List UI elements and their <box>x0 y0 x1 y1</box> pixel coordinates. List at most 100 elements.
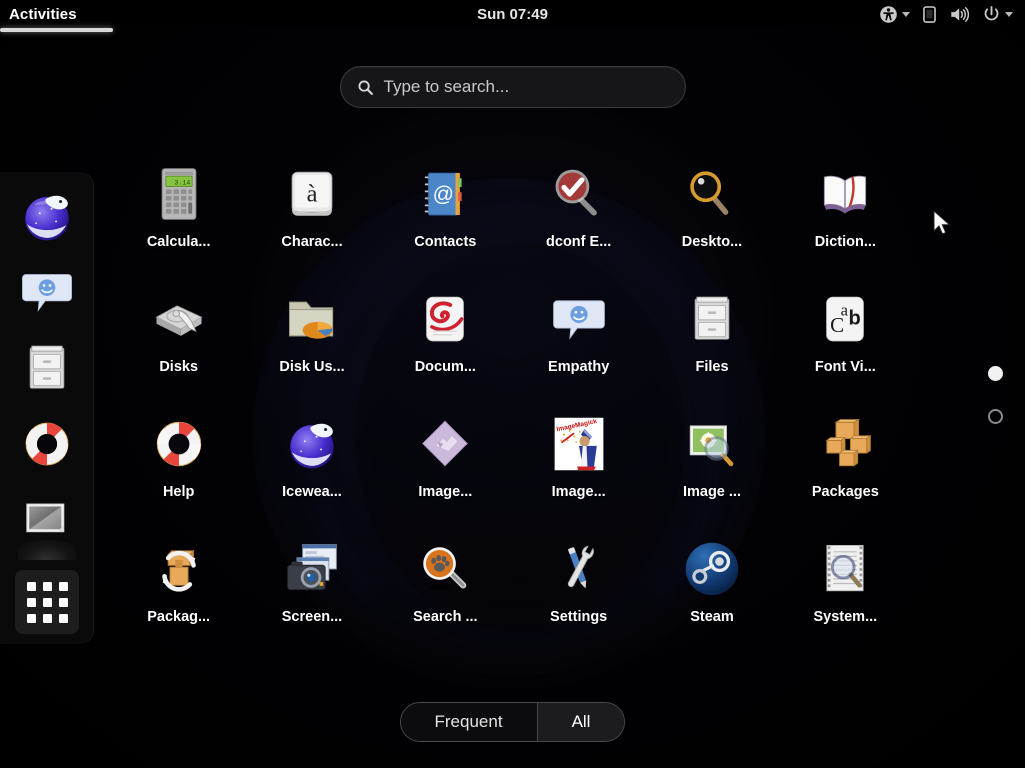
app-label: Contacts <box>414 234 477 250</box>
volume-icon <box>951 6 970 22</box>
app-item[interactable]: dconf E... <box>512 155 645 280</box>
character-map-icon: à <box>279 161 345 227</box>
application-grid: 3.14 Calcula... à Charac... @ Contacts d… <box>112 155 912 655</box>
dash-item-help[interactable] <box>15 412 79 476</box>
app-item[interactable]: Packag... <box>112 530 245 655</box>
svg-text:C: C <box>830 313 844 337</box>
display-indicator[interactable] <box>917 3 942 26</box>
contacts-icon: @ <box>412 161 478 227</box>
svg-text:b: b <box>849 307 861 329</box>
display-icon <box>923 5 936 23</box>
dash-item-iceweasel[interactable] <box>15 184 79 248</box>
app-label: Disks <box>159 359 199 375</box>
search-input[interactable]: Type to search... <box>339 66 686 108</box>
image-viewer-icon <box>679 411 745 477</box>
app-item[interactable]: Image ... <box>645 405 778 530</box>
dash-item-files[interactable] <box>15 336 79 400</box>
app-item[interactable]: @ Contacts <box>379 155 512 280</box>
screenshot-icon <box>279 536 345 602</box>
app-label: Disk Us... <box>279 359 345 375</box>
app-item[interactable]: Packages <box>779 405 912 530</box>
app-item[interactable]: ImageMagick Image... <box>512 405 645 530</box>
app-item[interactable]: Screen... <box>245 530 378 655</box>
app-item[interactable]: Help <box>112 405 245 530</box>
empathy-icon <box>22 274 72 312</box>
search-tool-icon <box>412 536 478 602</box>
accessibility-menu[interactable] <box>875 3 914 26</box>
app-label: Files <box>695 359 729 375</box>
page-indicator-2[interactable] <box>988 409 1003 424</box>
app-label: Diction... <box>814 234 876 250</box>
calculator-icon: 3.14 <box>146 161 212 227</box>
documents-icon <box>412 286 478 352</box>
iceweasel-icon <box>279 411 345 477</box>
dash-item-empathy[interactable] <box>15 260 79 324</box>
app-item[interactable]: Deskto... <box>645 155 778 280</box>
chevron-down-icon <box>902 11 910 17</box>
iceweasel-icon <box>25 195 69 241</box>
disks-icon <box>146 286 212 352</box>
app-label: Font Vi... <box>814 359 876 375</box>
steam-icon <box>679 536 745 602</box>
empathy-icon <box>546 286 612 352</box>
help-icon <box>146 411 212 477</box>
app-label: Empathy <box>548 359 610 375</box>
app-item[interactable]: Steam <box>645 530 778 655</box>
app-item[interactable]: Settings <box>512 530 645 655</box>
accessibility-icon <box>880 5 897 23</box>
app-item[interactable]: Empathy <box>512 280 645 405</box>
app-item[interactable]: Disks <box>112 280 245 405</box>
activities-button[interactable]: Activities <box>0 0 113 32</box>
disk-usage-analyzer-icon <box>279 286 345 352</box>
show-applications-icon <box>26 581 68 623</box>
app-item[interactable]: Icewea... <box>245 405 378 530</box>
app-item[interactable]: à Charac... <box>245 155 378 280</box>
packages-icon <box>812 411 878 477</box>
svg-text:@: @ <box>433 183 454 206</box>
app-item[interactable]: Files <box>645 280 778 405</box>
desktop-search-icon <box>679 161 745 227</box>
tab-frequent[interactable]: Frequent <box>400 703 538 741</box>
chevron-down-icon <box>1005 11 1013 17</box>
app-item[interactable]: Disk Us... <box>245 280 378 405</box>
gnome-shell-overview: Activities Sun 07:49 Type to search... 3… <box>0 0 1025 768</box>
volume-indicator[interactable] <box>945 3 975 26</box>
app-item[interactable]: Image... <box>379 405 512 530</box>
app-label: Packages <box>811 484 879 500</box>
tab-frequent-label: Frequent <box>434 712 503 731</box>
search-icon <box>357 79 373 95</box>
power-icon <box>984 5 999 20</box>
image-viewer-icon <box>26 503 65 533</box>
dconf-editor-icon <box>546 161 612 227</box>
app-label: System... <box>813 609 878 625</box>
app-item[interactable]: a b C Font Vi... <box>779 280 912 405</box>
app-label: Screen... <box>281 609 343 625</box>
app-item[interactable]: Diction... <box>779 155 912 280</box>
mouse-cursor <box>933 210 951 235</box>
app-label: Image... <box>418 484 473 500</box>
settings-icon <box>546 536 612 602</box>
app-label: Packag... <box>147 609 211 625</box>
page-indicator-1[interactable] <box>988 366 1003 381</box>
clock[interactable]: Sun 07:49 <box>0 0 1025 28</box>
app-item[interactable]: Search ... <box>379 530 512 655</box>
app-item[interactable]: System... <box>779 530 912 655</box>
files-icon <box>679 286 745 352</box>
package-update-icon <box>146 536 212 602</box>
dash-item-image-viewer[interactable] <box>15 488 79 552</box>
show-applications-button[interactable] <box>15 570 79 634</box>
app-label: Settings <box>550 609 608 625</box>
app-label: dconf E... <box>546 234 612 250</box>
app-item[interactable]: 3.14 Calcula... <box>112 155 245 280</box>
app-label: Icewea... <box>282 484 342 500</box>
system-menu[interactable] <box>978 3 1017 26</box>
search-area: Type to search... <box>0 66 1025 108</box>
activities-active-underline <box>0 28 113 32</box>
tab-all[interactable]: All <box>537 703 625 741</box>
imagemagick-wizard-icon: ImageMagick <box>546 411 612 477</box>
app-label: Image... <box>551 484 606 500</box>
dictionary-icon <box>812 161 878 227</box>
view-selector: Frequent All <box>399 702 626 742</box>
app-label: Image ... <box>682 484 741 500</box>
app-item[interactable]: Docum... <box>379 280 512 405</box>
